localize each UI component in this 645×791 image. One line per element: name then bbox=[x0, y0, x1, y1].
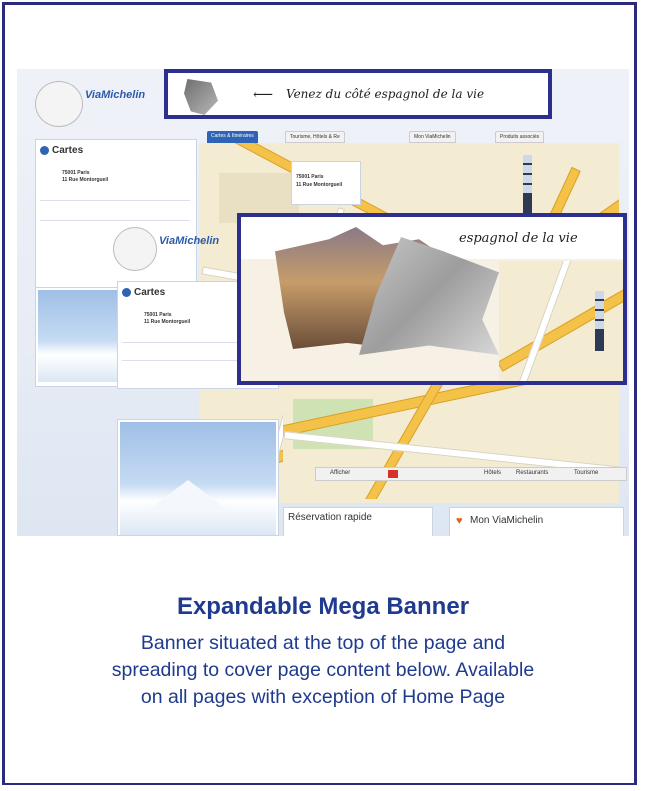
description-line-2: spreading to cover page content below. A… bbox=[111, 659, 535, 681]
description-line-1: Banner situated at the top of the page a… bbox=[140, 632, 506, 654]
map-toolbar: Afficher Hôtels Restaurants Tourisme bbox=[315, 467, 627, 481]
banner-rock-image bbox=[184, 79, 218, 115]
left-arrow-icon: ⟵ bbox=[253, 87, 274, 103]
expanded-zoom-control[interactable] bbox=[595, 291, 604, 351]
banner-screenshot: ViaMichelin ⟵ Venez du côté espagnol de … bbox=[17, 69, 629, 536]
tab-cartes[interactable]: Cartes & Itinéraires bbox=[207, 131, 258, 143]
slide-caption: Expandable Mega Banner Banner situated a… bbox=[17, 592, 629, 711]
viamichelin-logo: ViaMichelin bbox=[35, 75, 155, 127]
front-cartes-icon bbox=[122, 288, 131, 297]
afficher-button[interactable]: Afficher bbox=[330, 470, 350, 476]
restaurants-button[interactable]: Restaurants bbox=[516, 470, 548, 476]
back-sidebar-panel: Cartes 75001 Paris 11 Rue Montorgueil bbox=[35, 139, 197, 299]
reservation-label: Réservation rapide bbox=[288, 512, 372, 523]
popup-address-line1: 75001 Paris bbox=[296, 174, 324, 180]
address-popup: 75001 Paris 11 Rue Montorgueil bbox=[291, 161, 361, 205]
hotels-button[interactable]: Hôtels bbox=[484, 470, 501, 476]
slide-description: Banner situated at the top of the page a… bbox=[17, 630, 629, 711]
front-page-logo: ViaMichelin bbox=[113, 223, 233, 273]
sidebar-address-line1: 75001 Paris bbox=[62, 170, 90, 176]
back-zoom-control[interactable] bbox=[523, 155, 532, 215]
front-address-line1: 75001 Paris bbox=[144, 312, 172, 318]
slide-title: Expandable Mega Banner bbox=[176, 593, 470, 620]
logo-text: ViaMichelin bbox=[85, 89, 146, 101]
expanded-banner-text: espagnol de la vie bbox=[459, 231, 578, 246]
front-address-line2: 11 Rue Montorgueil bbox=[144, 319, 191, 325]
heart-icon: ♥ bbox=[456, 515, 463, 527]
tab-produits[interactable]: Produits associés bbox=[495, 131, 545, 143]
tourisme-button[interactable]: Tourisme bbox=[574, 470, 598, 476]
front-photo-panel bbox=[117, 419, 279, 536]
banner-text: Venez du côté espagnol de la vie bbox=[286, 87, 485, 101]
mon-viamichelin-box: ♥ Mon ViaMichelin bbox=[449, 507, 624, 536]
expanded-banner[interactable]: espagnol de la vie bbox=[237, 213, 627, 385]
popup-address-line2: 11 Rue Montorgueil bbox=[296, 182, 343, 188]
sidebar-address-line2: 11 Rue Montorgueil bbox=[62, 177, 109, 183]
front-cartes-heading: Cartes bbox=[134, 287, 166, 298]
tab-mon-viamichelin[interactable]: Mon ViaMichelin bbox=[409, 131, 456, 143]
cartes-heading: Cartes bbox=[52, 145, 84, 156]
toolbar-red-icon bbox=[388, 470, 398, 478]
description-line-3: on all pages with exception of Home Page bbox=[140, 686, 506, 708]
top-banner: ⟵ Venez du côté espagnol de la vie bbox=[164, 69, 552, 119]
tab-tourisme[interactable]: Tourisme, Hôtels & Re bbox=[285, 131, 345, 143]
mon-viamichelin-label[interactable]: Mon ViaMichelin bbox=[470, 515, 543, 526]
reservation-box: Réservation rapide bbox=[283, 507, 433, 536]
cartes-icon bbox=[40, 146, 49, 155]
front-logo-text: ViaMichelin bbox=[159, 235, 220, 247]
